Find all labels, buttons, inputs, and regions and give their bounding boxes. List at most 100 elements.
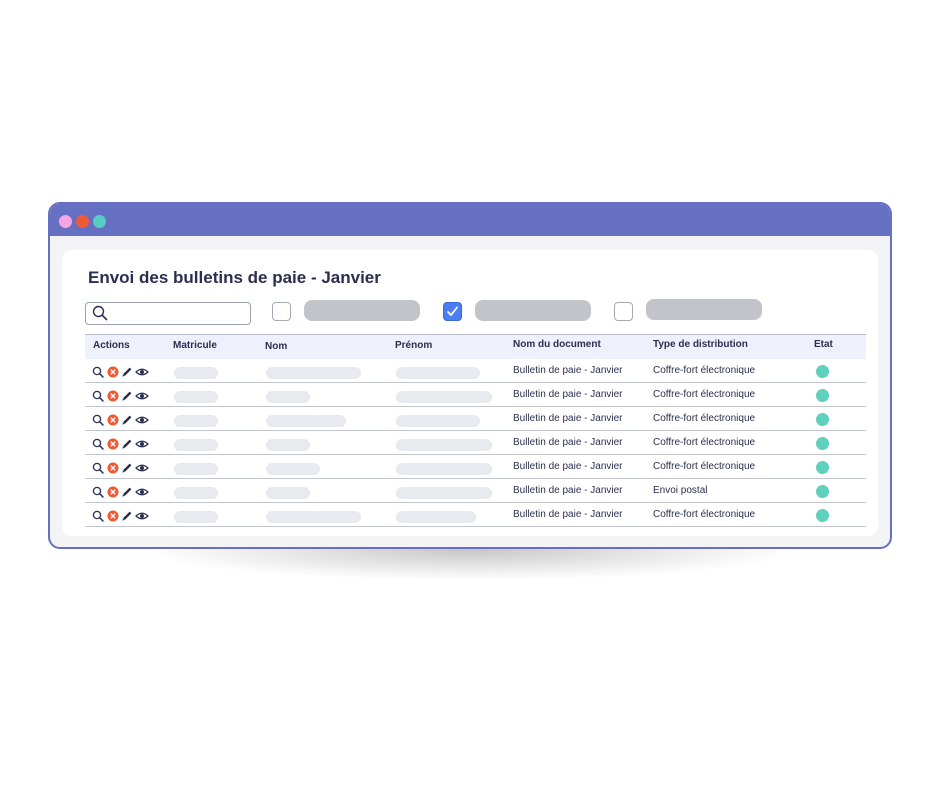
search-icon[interactable]	[92, 389, 104, 402]
matricule-placeholder	[174, 367, 218, 379]
prenom-placeholder	[396, 415, 480, 427]
filter-checkbox-3[interactable]	[614, 302, 633, 321]
cell-distribution-type: Coffre-fort électronique	[653, 413, 756, 424]
content-panel: Envoi des bulletins de paie - Janvier Ac…	[62, 250, 878, 536]
cell-document-name: Bulletin de paie - Janvier	[513, 509, 623, 520]
col-prenom[interactable]: Prénom	[395, 340, 432, 351]
title-bar	[50, 204, 890, 236]
view-icon[interactable]	[135, 461, 149, 473]
delete-icon[interactable]	[107, 437, 119, 450]
cell-document-name: Bulletin de paie - Janvier	[513, 413, 623, 424]
cell-distribution-type: Coffre-fort électronique	[653, 437, 756, 448]
cell-distribution-type: Coffre-fort électronique	[653, 509, 756, 520]
prenom-placeholder	[396, 463, 492, 475]
search-icon[interactable]	[92, 509, 104, 522]
matricule-placeholder	[174, 511, 218, 523]
window-dot-teal[interactable]	[93, 215, 106, 228]
prenom-placeholder	[396, 391, 492, 403]
filter-option-2[interactable]	[475, 300, 591, 321]
col-actions: Actions	[93, 340, 130, 351]
window-dot-pink[interactable]	[59, 215, 72, 228]
cell-distribution-type: Coffre-fort électronique	[653, 389, 756, 400]
cell-document-name: Bulletin de paie - Janvier	[513, 461, 623, 472]
documents-table: Actions Matricule Nom Prénom Nom du docu…	[85, 334, 866, 527]
view-icon[interactable]	[135, 365, 149, 377]
status-indicator	[816, 365, 829, 378]
status-indicator	[816, 509, 829, 522]
edit-icon[interactable]	[121, 389, 133, 401]
prenom-placeholder	[396, 487, 492, 499]
status-indicator	[816, 437, 829, 450]
search-icon[interactable]	[92, 413, 104, 426]
status-indicator	[816, 389, 829, 402]
view-icon[interactable]	[135, 437, 149, 449]
edit-icon[interactable]	[121, 461, 133, 473]
search-icon[interactable]	[92, 461, 104, 474]
nom-placeholder	[266, 463, 320, 475]
filter-checkbox-1[interactable]	[272, 302, 291, 321]
matricule-placeholder	[174, 487, 218, 499]
matricule-placeholder	[174, 391, 218, 403]
table-header: Actions Matricule Nom Prénom Nom du docu…	[85, 334, 866, 359]
edit-icon[interactable]	[121, 413, 133, 425]
matricule-placeholder	[174, 415, 218, 427]
nom-placeholder	[266, 391, 310, 403]
status-indicator	[816, 485, 829, 498]
delete-icon[interactable]	[107, 389, 119, 402]
delete-icon[interactable]	[107, 413, 119, 426]
table-row[interactable]: Bulletin de paie - Janvier Coffre-fort él…	[85, 359, 866, 383]
col-nom-document[interactable]: Nom du document	[513, 339, 601, 350]
nom-placeholder	[266, 511, 361, 523]
nom-placeholder	[266, 367, 361, 379]
cell-document-name: Bulletin de paie - Janvier	[513, 389, 623, 400]
view-icon[interactable]	[135, 485, 149, 497]
view-icon[interactable]	[135, 389, 149, 401]
table-row[interactable]: Bulletin de paie - Janvier Coffre-fort él…	[85, 407, 866, 431]
col-etat[interactable]: Etat	[814, 339, 833, 350]
checkmark-icon	[447, 306, 458, 316]
table-row[interactable]: Bulletin de paie - Janvier Coffre-fort él…	[85, 503, 866, 527]
table-row[interactable]: Bulletin de paie - Janvier Envoi postal	[85, 479, 866, 503]
prenom-placeholder	[396, 511, 476, 523]
col-type-distribution[interactable]: Type de distribution	[653, 339, 748, 350]
cell-distribution-type: Envoi postal	[653, 485, 708, 496]
matricule-placeholder	[174, 463, 218, 475]
view-icon[interactable]	[135, 413, 149, 425]
status-indicator	[816, 461, 829, 474]
filter-option-3[interactable]	[646, 299, 762, 320]
status-indicator	[816, 413, 829, 426]
delete-icon[interactable]	[107, 509, 119, 522]
delete-icon[interactable]	[107, 365, 119, 378]
search-icon[interactable]	[92, 485, 104, 498]
matricule-placeholder	[174, 439, 218, 451]
search-icon[interactable]	[92, 437, 104, 450]
edit-icon[interactable]	[121, 365, 133, 377]
col-nom[interactable]: Nom	[265, 341, 287, 352]
edit-icon[interactable]	[121, 437, 133, 449]
table-row[interactable]: Bulletin de paie - Janvier Coffre-fort él…	[85, 455, 866, 479]
filter-checkbox-2[interactable]	[443, 302, 462, 321]
prenom-placeholder	[396, 367, 480, 379]
cell-distribution-type: Coffre-fort électronique	[653, 365, 756, 376]
view-icon[interactable]	[135, 509, 149, 521]
table-row[interactable]: Bulletin de paie - Janvier Coffre-fort él…	[85, 431, 866, 455]
search-icon	[92, 305, 108, 326]
nom-placeholder	[266, 439, 310, 451]
search-icon[interactable]	[92, 365, 104, 378]
app-window: Envoi des bulletins de paie - Janvier Ac…	[48, 202, 892, 549]
table-row[interactable]: Bulletin de paie - Janvier Coffre-fort él…	[85, 383, 866, 407]
table-body: Bulletin de paie - Janvier Coffre-fort él…	[85, 359, 866, 527]
edit-icon[interactable]	[121, 509, 133, 521]
edit-icon[interactable]	[121, 485, 133, 497]
prenom-placeholder	[396, 439, 492, 451]
search-input[interactable]	[85, 302, 251, 325]
delete-icon[interactable]	[107, 485, 119, 498]
cell-distribution-type: Coffre-fort électronique	[653, 461, 756, 472]
nom-placeholder	[266, 487, 310, 499]
delete-icon[interactable]	[107, 461, 119, 474]
nom-placeholder	[266, 415, 346, 427]
filter-option-1[interactable]	[304, 300, 420, 321]
col-matricule[interactable]: Matricule	[173, 340, 217, 351]
window-dot-red[interactable]	[76, 215, 89, 228]
cell-document-name: Bulletin de paie - Janvier	[513, 437, 623, 448]
